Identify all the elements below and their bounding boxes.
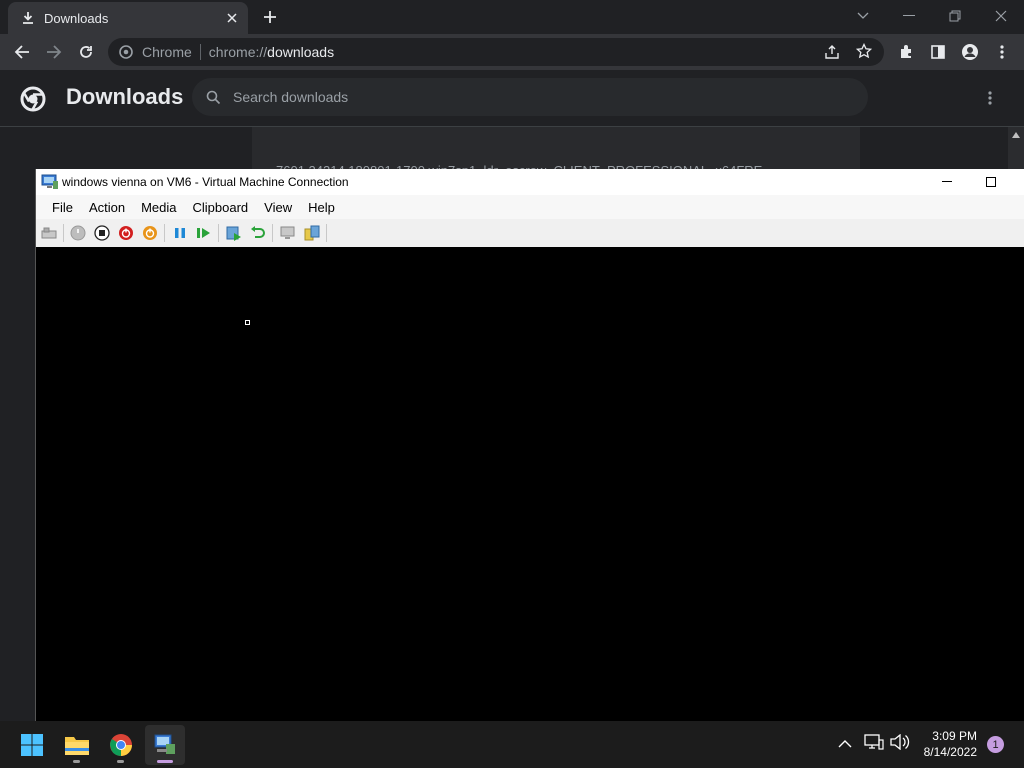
tab-search-icon[interactable] [840,4,886,28]
vm-menu-bar: File Action Media Clipboard View Help [36,195,1024,219]
checkpoint-icon[interactable] [224,223,244,243]
downloads-menu-icon[interactable] [978,88,1002,108]
clock-time[interactable]: 3:09 PM [932,729,977,743]
save-state-icon[interactable] [140,223,160,243]
address-bar[interactable]: Chrome chrome:// downloads [108,38,884,66]
notification-badge[interactable]: 1 [987,736,1004,753]
shut-down-icon[interactable] [116,223,136,243]
url-path: downloads [267,44,335,60]
active-indicator [157,760,173,763]
chrome-logo-icon [20,86,46,117]
chip-separator [199,44,201,60]
network-icon[interactable] [864,734,884,755]
enhanced-session-icon[interactable] [278,223,298,243]
new-tab-button[interactable] [258,6,282,28]
vm-minimize-icon[interactable] [934,175,960,189]
more-menu-icon[interactable] [988,38,1016,66]
vm-window-title: windows vienna on VM6 - Virtual Machine … [62,175,349,189]
start-icon[interactable] [68,223,88,243]
toolbar-separator [272,224,273,242]
back-icon[interactable] [8,38,36,66]
reload-icon[interactable] [72,38,100,66]
show-hidden-icons-chevron-up-icon[interactable] [838,736,852,754]
close-window-icon[interactable] [978,4,1024,28]
download-icon [20,10,36,26]
side-panel-icon[interactable] [924,38,952,66]
toolbar-separator [326,224,327,242]
vm-connection-taskbar-icon[interactable] [145,725,185,765]
tab-downloads[interactable]: Downloads [8,2,248,34]
vm-connection-window: windows vienna on VM6 - Virtual Machine … [35,169,1024,721]
site-chip: Chrome [142,44,192,60]
mouse-cursor [245,320,250,325]
menu-view[interactable]: View [264,200,292,215]
forward-icon[interactable] [40,38,68,66]
share-icon[interactable] [824,44,840,65]
running-indicator [73,760,80,763]
search-downloads-input[interactable]: Search downloads [192,78,868,116]
revert-icon[interactable] [248,223,268,243]
vm-display[interactable] [36,247,1024,721]
chrome-icon[interactable] [103,728,139,762]
turn-off-icon[interactable] [92,223,112,243]
running-indicator [117,760,124,763]
share-resources-icon[interactable] [302,223,322,243]
extensions-icon[interactable] [892,38,920,66]
menu-file[interactable]: File [52,200,73,215]
taskbar [0,721,1024,768]
page-title: Downloads [66,84,184,109]
pause-icon[interactable] [170,223,190,243]
browser-toolbar: Chrome chrome:// downloads [0,34,1024,70]
search-icon [206,90,221,105]
toolbar-separator [218,224,219,242]
menu-clipboard[interactable]: Clipboard [193,200,249,215]
vm-maximize-icon[interactable] [978,175,1004,189]
profile-icon[interactable] [956,38,984,66]
url-scheme: chrome:// [208,44,268,60]
resume-icon[interactable] [194,223,214,243]
menu-help[interactable]: Help [308,200,335,215]
toolbar-separator [63,224,64,242]
windows-start-icon[interactable] [14,728,50,762]
vm-connection-icon [41,174,59,195]
ctrl-alt-del-icon[interactable] [39,223,59,243]
minimize-icon[interactable] [886,4,932,28]
toolbar-separator [164,224,165,242]
vm-title-bar[interactable]: windows vienna on VM6 - Virtual Machine … [36,169,1024,195]
clock-date[interactable]: 8/14/2022 [924,745,977,759]
bookmark-star-icon[interactable] [855,42,873,64]
menu-media[interactable]: Media [141,200,176,215]
chrome-tab-strip: Downloads [0,0,1024,34]
menu-action[interactable]: Action [89,200,125,215]
close-tab-icon[interactable] [222,8,242,28]
tab-title: Downloads [44,10,109,26]
vm-toolbar [36,219,1024,248]
file-explorer-icon[interactable] [59,728,95,762]
search-placeholder: Search downloads [233,89,349,105]
chrome-logo-icon [118,44,134,60]
volume-icon[interactable] [890,733,910,755]
restore-icon[interactable] [932,4,978,28]
